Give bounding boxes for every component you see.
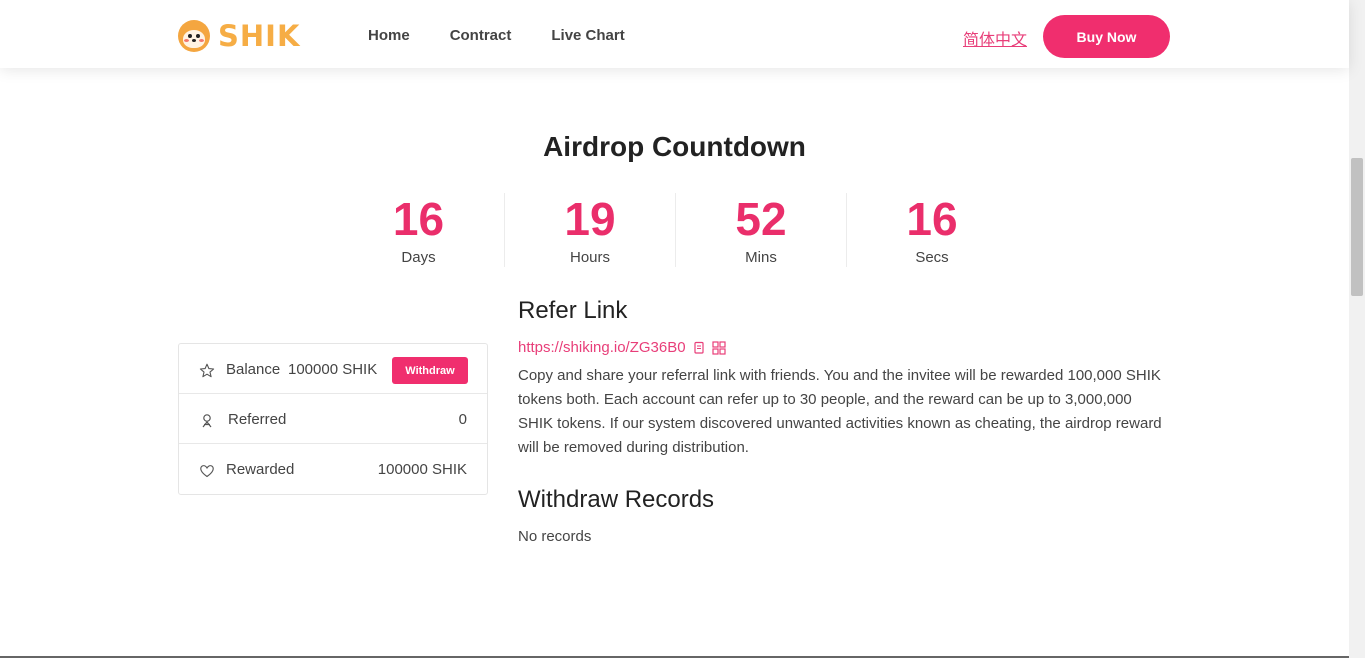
copy-icon[interactable] <box>692 341 706 355</box>
language-switch[interactable]: 简体中文 <box>963 26 1027 50</box>
main-nav: Home Contract Live Chart <box>368 27 625 44</box>
stats-card: Balance 100000 SHIK Withdraw Referred 0 … <box>178 343 488 495</box>
star-icon <box>199 363 215 378</box>
days-value: 16 <box>392 193 445 245</box>
balance-row: Balance 100000 SHIK Withdraw <box>179 344 487 394</box>
refer-link-row: https://shiking.io/ZG36B0 <box>518 339 726 356</box>
balance-value: 100000 SHIK <box>288 361 378 378</box>
heart-icon <box>200 465 214 478</box>
withdraw-button[interactable]: Withdraw <box>392 357 468 384</box>
nav-contract[interactable]: Contract <box>450 27 512 44</box>
logo[interactable]: SHIK <box>178 20 300 52</box>
countdown-secs: 16 Secs <box>846 193 1017 267</box>
secs-label: Secs <box>915 249 949 266</box>
site-header: SHIK Home Contract Live Chart 简体中文 Buy N… <box>0 0 1349 68</box>
refer-link-heading: Refer Link <box>518 297 628 324</box>
shiba-logo-icon <box>178 20 210 52</box>
no-records-text: No records <box>518 528 592 545</box>
days-label: Days <box>401 249 436 266</box>
rewarded-value: 100000 SHIK <box>377 461 467 478</box>
nav-live-chart[interactable]: Live Chart <box>551 27 624 44</box>
buy-now-button[interactable]: Buy Now <box>1043 15 1170 58</box>
countdown: 16 Days 19 Hours 52 Mins 16 Secs <box>333 193 1017 267</box>
refer-description: Copy and share your referral link with f… <box>518 367 1162 456</box>
balance-label: Balance <box>226 361 281 378</box>
countdown-hours: 19 Hours <box>504 193 675 267</box>
mins-label: Mins <box>745 249 777 266</box>
mins-value: 52 <box>735 193 787 245</box>
rewarded-label: Rewarded <box>226 461 295 478</box>
countdown-days: 16 Days <box>333 193 504 267</box>
countdown-mins: 52 Mins <box>675 193 846 267</box>
rewarded-row: Rewarded 100000 SHIK <box>179 444 487 494</box>
secs-value: 16 <box>906 193 958 245</box>
scrollbar[interactable] <box>1349 0 1365 658</box>
page-title: Airdrop Countdown <box>543 131 806 162</box>
withdraw-records-heading: Withdraw Records <box>518 486 715 513</box>
referred-row: Referred 0 <box>179 394 487 444</box>
hours-value: 19 <box>564 193 616 245</box>
nav-home[interactable]: Home <box>368 27 410 44</box>
referred-label: Referred <box>228 411 287 428</box>
refer-link[interactable]: https://shiking.io/ZG36B0 <box>518 339 686 356</box>
scrollbar-thumb[interactable] <box>1351 158 1363 296</box>
referred-value: 0 <box>458 411 467 428</box>
hours-label: Hours <box>569 249 610 266</box>
qrcode-icon[interactable] <box>711 340 726 355</box>
logo-text: SHIK <box>218 19 301 53</box>
user-icon <box>202 414 212 428</box>
